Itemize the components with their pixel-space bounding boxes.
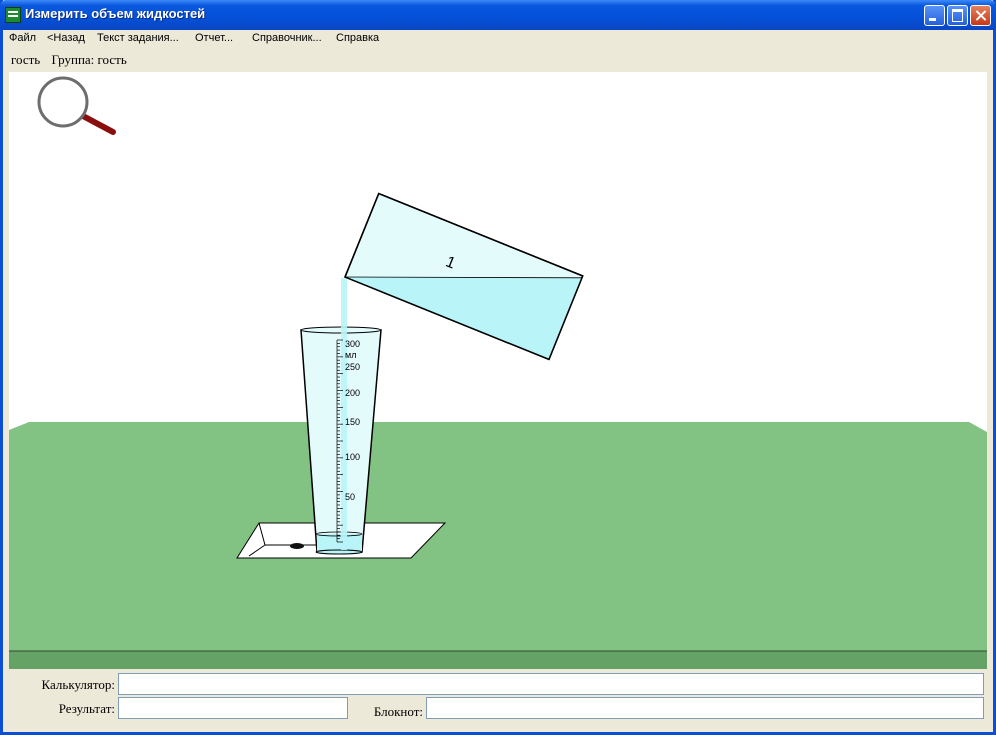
scale-label-150: 150 xyxy=(345,417,360,427)
scale-label-300: 300 xyxy=(345,339,360,349)
scale-unit: мл xyxy=(345,350,356,360)
calculator-input[interactable] xyxy=(118,673,984,695)
window-title: Измерить объем жидкостей xyxy=(25,6,206,21)
menu-task-text[interactable]: Текст задания... xyxy=(97,32,179,44)
menu-help[interactable]: Справка xyxy=(336,32,379,44)
table-front-edge xyxy=(9,651,987,669)
title-bar[interactable]: Измерить объем жидкостей xyxy=(0,0,996,30)
app-window: Измерить объем жидкостей Файл <Назад Тек… xyxy=(0,0,996,735)
scale-label-50: 50 xyxy=(345,492,355,502)
menu-bar: Файл <Назад Текст задания... Отчет... Сп… xyxy=(3,30,993,48)
liquid-stream xyxy=(341,278,347,550)
result-input[interactable] xyxy=(118,697,348,719)
calculator-label: Калькулятор: xyxy=(41,677,115,692)
notepad-label: Блокнот: xyxy=(373,704,423,719)
user-name: гость xyxy=(11,52,41,67)
close-button[interactable] xyxy=(970,5,991,26)
user-group: Группа: гость xyxy=(51,52,127,67)
minimize-button[interactable] xyxy=(924,5,945,26)
menu-back[interactable]: <Назад xyxy=(47,32,85,44)
scale-label-200: 200 xyxy=(345,388,360,398)
table-top xyxy=(9,422,987,651)
scale-label-100: 100 xyxy=(345,452,360,462)
menu-report[interactable]: Отчет... xyxy=(195,32,233,44)
notepad-input[interactable] xyxy=(426,697,984,719)
menu-file[interactable]: Файл xyxy=(9,32,36,44)
lab-canvas: 300 мл 250 200 150 100 50 1 xyxy=(9,72,987,669)
maximize-button[interactable] xyxy=(947,5,968,26)
app-icon[interactable] xyxy=(5,7,21,23)
scale-label-250: 250 xyxy=(345,362,360,372)
result-label: Результат: xyxy=(58,701,115,716)
magnifier-icon[interactable] xyxy=(37,76,116,135)
menu-reference[interactable]: Справочник... xyxy=(252,32,322,44)
stand-button[interactable] xyxy=(290,543,304,549)
lab-scene: 300 мл 250 200 150 100 50 1 xyxy=(9,76,987,669)
user-info: гость Группа: гость xyxy=(11,52,135,68)
